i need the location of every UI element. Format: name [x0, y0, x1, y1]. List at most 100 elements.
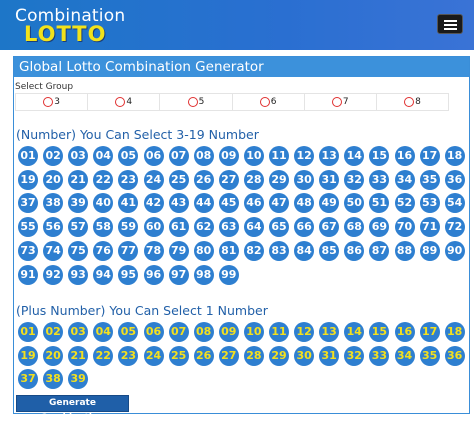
radio-icon[interactable]: [259, 97, 270, 107]
number-ball-14[interactable]: 14: [344, 146, 365, 166]
plus-number-ball-02[interactable]: 02: [43, 322, 64, 342]
number-ball-26[interactable]: 26: [193, 169, 214, 190]
group-option-4[interactable]: 4: [87, 94, 159, 110]
number-ball-69[interactable]: 69: [369, 217, 390, 238]
group-option-5[interactable]: 5: [159, 94, 231, 110]
number-ball-34[interactable]: 34: [394, 169, 415, 190]
number-ball-01[interactable]: 01: [18, 146, 38, 166]
plus-number-ball-05[interactable]: 05: [118, 322, 139, 342]
plus-number-ball-10[interactable]: 10: [243, 322, 264, 342]
number-ball-21[interactable]: 21: [68, 169, 89, 190]
number-ball-16[interactable]: 16: [394, 146, 415, 166]
number-ball-89[interactable]: 89: [419, 240, 440, 261]
plus-number-ball-09[interactable]: 09: [218, 322, 239, 342]
plus-number-ball-37[interactable]: 37: [18, 369, 38, 390]
plus-number-ball-06[interactable]: 06: [143, 322, 164, 342]
plus-number-ball-01[interactable]: 01: [18, 322, 38, 342]
plus-number-ball-30[interactable]: 30: [294, 345, 315, 366]
number-ball-25[interactable]: 25: [168, 169, 189, 190]
plus-number-ball-19[interactable]: 19: [18, 345, 38, 366]
number-ball-40[interactable]: 40: [93, 193, 114, 214]
number-ball-15[interactable]: 15: [369, 146, 390, 166]
number-ball-65[interactable]: 65: [269, 217, 289, 238]
plus-number-ball-26[interactable]: 26: [193, 345, 214, 366]
number-ball-35[interactable]: 35: [419, 169, 440, 190]
number-ball-52[interactable]: 52: [394, 193, 415, 214]
number-ball-98[interactable]: 98: [193, 264, 214, 285]
number-ball-47[interactable]: 47: [269, 193, 289, 214]
number-ball-95[interactable]: 95: [118, 264, 139, 285]
number-ball-88[interactable]: 88: [394, 240, 415, 261]
number-ball-53[interactable]: 53: [419, 193, 440, 214]
number-ball-64[interactable]: 64: [243, 217, 264, 238]
number-ball-58[interactable]: 58: [93, 217, 114, 238]
number-ball-77[interactable]: 77: [118, 240, 139, 261]
number-ball-93[interactable]: 93: [68, 264, 89, 285]
number-ball-49[interactable]: 49: [319, 193, 340, 214]
number-ball-24[interactable]: 24: [143, 169, 164, 190]
number-ball-54[interactable]: 54: [444, 193, 465, 214]
number-ball-05[interactable]: 05: [118, 146, 139, 166]
number-ball-08[interactable]: 08: [193, 146, 214, 166]
plus-number-ball-04[interactable]: 04: [93, 322, 114, 342]
radio-icon[interactable]: [115, 97, 126, 107]
plus-number-ball-12[interactable]: 12: [294, 322, 315, 342]
plus-number-ball-17[interactable]: 17: [419, 322, 440, 342]
number-ball-31[interactable]: 31: [319, 169, 340, 190]
number-ball-20[interactable]: 20: [43, 169, 64, 190]
number-ball-19[interactable]: 19: [18, 169, 38, 190]
group-option-6[interactable]: 6: [231, 94, 304, 110]
radio-icon[interactable]: [187, 97, 198, 107]
number-ball-59[interactable]: 59: [118, 217, 139, 238]
number-ball-60[interactable]: 60: [143, 217, 164, 238]
number-ball-38[interactable]: 38: [43, 193, 64, 214]
plus-number-ball-22[interactable]: 22: [93, 345, 114, 366]
group-option-3[interactable]: 3: [15, 94, 87, 110]
plus-number-ball-03[interactable]: 03: [68, 322, 89, 342]
number-ball-80[interactable]: 80: [193, 240, 214, 261]
number-ball-55[interactable]: 55: [18, 217, 38, 238]
number-ball-06[interactable]: 06: [143, 146, 164, 166]
number-ball-28[interactable]: 28: [243, 169, 264, 190]
number-ball-12[interactable]: 12: [294, 146, 315, 166]
number-ball-36[interactable]: 36: [444, 169, 465, 190]
number-ball-42[interactable]: 42: [143, 193, 164, 214]
plus-number-ball-39[interactable]: 39: [68, 369, 89, 390]
generate-combination-button[interactable]: Generate Combination: [16, 395, 129, 423]
plus-number-ball-31[interactable]: 31: [319, 345, 340, 366]
plus-number-ball-25[interactable]: 25: [168, 345, 189, 366]
number-ball-76[interactable]: 76: [93, 240, 114, 261]
number-ball-07[interactable]: 07: [168, 146, 189, 166]
number-ball-84[interactable]: 84: [294, 240, 315, 261]
number-ball-30[interactable]: 30: [294, 169, 315, 190]
number-ball-73[interactable]: 73: [18, 240, 38, 261]
number-ball-04[interactable]: 04: [93, 146, 114, 166]
number-ball-32[interactable]: 32: [344, 169, 365, 190]
number-ball-79[interactable]: 79: [168, 240, 189, 261]
plus-number-ball-27[interactable]: 27: [218, 345, 239, 366]
number-ball-75[interactable]: 75: [68, 240, 89, 261]
group-option-8[interactable]: 8: [375, 94, 450, 110]
number-ball-13[interactable]: 13: [319, 146, 340, 166]
number-ball-61[interactable]: 61: [168, 217, 189, 238]
number-ball-18[interactable]: 18: [444, 146, 465, 166]
number-ball-97[interactable]: 97: [168, 264, 189, 285]
number-ball-27[interactable]: 27: [218, 169, 239, 190]
number-ball-46[interactable]: 46: [243, 193, 264, 214]
number-ball-50[interactable]: 50: [344, 193, 365, 214]
plus-number-ball-33[interactable]: 33: [369, 345, 390, 366]
plus-number-ball-15[interactable]: 15: [369, 322, 390, 342]
number-ball-82[interactable]: 82: [243, 240, 264, 261]
plus-number-ball-29[interactable]: 29: [269, 345, 289, 366]
number-ball-56[interactable]: 56: [43, 217, 64, 238]
number-ball-03[interactable]: 03: [68, 146, 89, 166]
plus-number-ball-32[interactable]: 32: [344, 345, 365, 366]
number-ball-90[interactable]: 90: [444, 240, 465, 261]
number-ball-92[interactable]: 92: [43, 264, 64, 285]
number-ball-41[interactable]: 41: [118, 193, 139, 214]
plus-number-ball-21[interactable]: 21: [68, 345, 89, 366]
plus-number-ball-23[interactable]: 23: [118, 345, 139, 366]
number-ball-67[interactable]: 67: [319, 217, 340, 238]
number-ball-70[interactable]: 70: [394, 217, 415, 238]
number-ball-72[interactable]: 72: [444, 217, 465, 238]
